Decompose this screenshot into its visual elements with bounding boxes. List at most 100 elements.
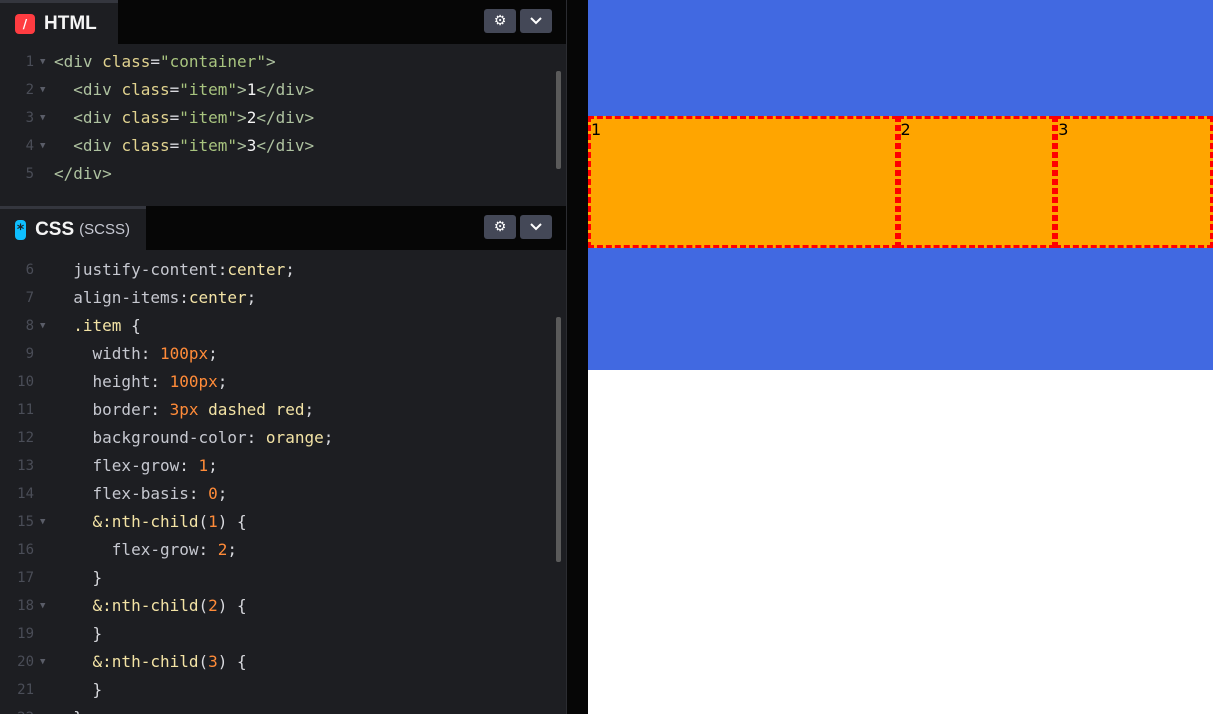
code-line[interactable]: 22 } [0, 704, 566, 714]
line-number: 9 [25, 346, 34, 362]
code-text: } [54, 620, 103, 648]
css-panel-header: * CSS (SCSS) ⚙ [0, 206, 566, 250]
flex-item-3: 3 [1055, 116, 1213, 248]
code-token: <div [73, 136, 122, 155]
code-line[interactable]: 20 ▼ &:nth-child(3) { [0, 648, 566, 676]
line-number: 20 [17, 654, 34, 670]
css-tab[interactable]: * CSS (SCSS) [0, 206, 146, 250]
code-token: ) { [217, 652, 247, 671]
code-line[interactable]: 2 ▼ <div class="item">1</div> [0, 76, 566, 104]
code-line[interactable]: 4 ▼ <div class="item">3</div> [0, 132, 566, 160]
code-line[interactable]: 21 } [0, 676, 566, 704]
code-text: <div class="item">2</div> [54, 104, 314, 132]
line-number: 12 [17, 430, 34, 446]
code-text: &:nth-child(1) { [54, 508, 247, 536]
fold-arrow-icon[interactable]: ▼ [40, 592, 45, 620]
panel-resize-divider[interactable] [566, 0, 588, 714]
fold-arrow-icon[interactable]: ▼ [40, 48, 45, 76]
flex-container: 123 [588, 116, 1213, 248]
css-tab-subtitle: (SCSS) [79, 221, 130, 238]
code-line[interactable]: 8 ▼ .item { [0, 312, 566, 340]
html-editor-scrollbar[interactable] [556, 71, 561, 169]
code-token: 1 [198, 456, 209, 475]
fold-arrow-icon[interactable]: ▼ [40, 132, 45, 160]
code-line[interactable]: 11 border: 3px dashed red; [0, 396, 566, 424]
code-token: orange [265, 428, 324, 447]
css-code-editor[interactable]: 6 justify-content:center; 7 align-items:c… [0, 256, 566, 714]
code-text: flex-grow: 2; [54, 536, 237, 564]
css-settings-button[interactable]: ⚙ [484, 215, 516, 239]
line-number: 14 [17, 486, 34, 502]
html-settings-button[interactable]: ⚙ [484, 9, 516, 33]
code-line[interactable]: 16 flex-grow: 2; [0, 536, 566, 564]
code-token: class [102, 52, 151, 71]
code-line[interactable]: 18 ▼ &:nth-child(2) { [0, 592, 566, 620]
code-token: ; [227, 540, 238, 559]
code-line[interactable]: 13 flex-grow: 1; [0, 452, 566, 480]
line-number: 16 [17, 542, 34, 558]
code-text: height: 100px; [54, 368, 228, 396]
code-token: > [237, 108, 247, 127]
code-token: = [169, 136, 180, 155]
code-token: &:nth-child [54, 652, 199, 671]
html-collapse-button[interactable] [520, 9, 552, 33]
fold-arrow-icon[interactable]: ▼ [40, 648, 45, 676]
code-token: <div [73, 108, 122, 127]
html-editor-panel: / HTML ⚙ 1 ▼ <div class="container"> 2 ▼ <di… [0, 0, 566, 206]
code-text: justify-content:center; [54, 256, 295, 284]
code-line[interactable]: 17 } [0, 564, 566, 592]
code-token: &:nth-child [54, 596, 199, 615]
code-token: } [54, 680, 103, 699]
code-line[interactable]: 15 ▼ &:nth-child(1) { [0, 508, 566, 536]
code-token: : [150, 372, 170, 391]
code-line[interactable]: 5 </div> [0, 160, 566, 188]
html-tab[interactable]: / HTML [0, 0, 118, 44]
code-token: ; [217, 484, 228, 503]
code-line[interactable]: 9 width: 100px; [0, 340, 566, 368]
code-token: background-color [54, 428, 247, 447]
code-token: </div> [256, 136, 315, 155]
code-text: } [54, 564, 103, 592]
code-line[interactable]: 12 background-color: orange; [0, 424, 566, 452]
code-text: width: 100px; [54, 340, 218, 368]
code-token: ( [198, 652, 209, 671]
code-token: > [237, 136, 247, 155]
code-token: <div [54, 52, 103, 71]
line-number: 22 [0, 704, 34, 714]
code-token: ; [217, 372, 228, 391]
code-token: align-items [54, 288, 180, 307]
code-token: </div> [54, 164, 112, 183]
flex-item-2: 2 [897, 116, 1056, 248]
css-editor-scrollbar[interactable] [556, 317, 561, 562]
code-token: "item" [179, 136, 238, 155]
code-text: </div> [54, 160, 112, 188]
code-line[interactable]: 19 } [0, 620, 566, 648]
code-token: : [179, 456, 199, 475]
code-line[interactable]: 3 ▼ <div class="item">2</div> [0, 104, 566, 132]
code-line[interactable]: 1 ▼ <div class="container"> [0, 48, 566, 76]
code-token: > [237, 80, 247, 99]
css-collapse-button[interactable] [520, 215, 552, 239]
code-line[interactable]: 10 height: 100px; [0, 368, 566, 396]
fold-arrow-icon[interactable]: ▼ [40, 508, 45, 536]
code-line[interactable]: 7 align-items:center; [0, 284, 566, 312]
code-token: 3 [208, 652, 218, 671]
code-token: ; [304, 400, 315, 419]
html-code-editor[interactable]: 1 ▼ <div class="container"> 2 ▼ <div class="… [0, 48, 566, 188]
code-line[interactable]: 14 flex-basis: 0; [0, 480, 566, 508]
line-number: 5 [25, 166, 34, 182]
fold-arrow-icon[interactable]: ▼ [40, 76, 45, 104]
html-tab-title: HTML [44, 12, 97, 34]
line-number: 4 [25, 138, 34, 154]
fold-arrow-icon[interactable]: ▼ [40, 312, 45, 340]
code-token: : [188, 484, 209, 503]
fold-arrow-icon[interactable]: ▼ [40, 104, 45, 132]
chevron-down-icon [530, 223, 542, 231]
code-token: 100px [169, 372, 218, 391]
code-token: ) { [217, 512, 247, 531]
code-token: 2 [208, 596, 218, 615]
code-token: width [54, 344, 141, 363]
code-line[interactable]: 6 justify-content:center; [0, 256, 566, 284]
html-slash-icon: / [15, 13, 35, 34]
